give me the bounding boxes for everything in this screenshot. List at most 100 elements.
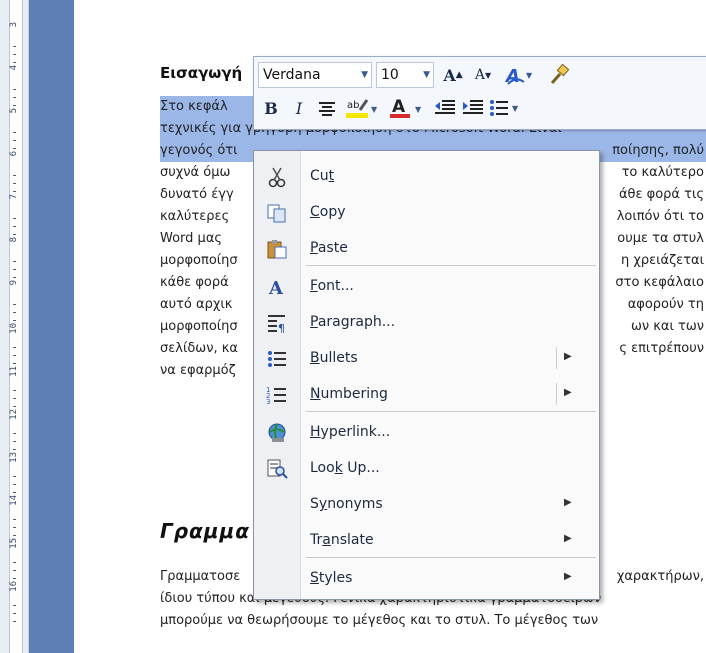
menu-item-label: Cut	[310, 168, 335, 184]
ruler-number: 7	[9, 194, 19, 200]
ruler-number: 15	[9, 538, 19, 549]
bold-button[interactable]: B	[258, 95, 284, 121]
ruler-tick	[13, 277, 16, 278]
menu-item-translate[interactable]: Translate ▶	[254, 525, 599, 557]
menu-item-paragraph[interactable]: ¶ Paragraph...	[254, 307, 599, 339]
doc-line: μπορούμε να θεωρήσουμε το μέγεθος και το…	[160, 610, 706, 632]
ruler-tick	[13, 406, 16, 407]
context-menu: Cut Copy Paste A Font... ¶ Paragraph... Bullets…	[253, 150, 600, 600]
menu-item-hyperlink[interactable]: Hyperlink...	[254, 417, 599, 449]
doc-line-text: αφορούν τη	[627, 297, 704, 312]
ruler-tick	[13, 218, 16, 219]
submenu-arrow-icon[interactable]: ▶	[564, 351, 572, 362]
center-icon[interactable]	[314, 95, 340, 121]
ruler-tick	[13, 97, 16, 98]
menu-item-label: Bullets	[310, 350, 358, 366]
ruler-number: 9	[9, 280, 19, 286]
styles-icon[interactable]: A ▼	[502, 62, 538, 88]
ruler-number: 6	[9, 151, 19, 157]
copy-icon	[260, 200, 294, 226]
increase-indent-icon[interactable]	[460, 95, 486, 121]
lookup-icon	[260, 456, 294, 482]
ruler-tick	[13, 527, 16, 528]
decrease-indent-icon[interactable]	[432, 95, 458, 121]
font-icon: A	[260, 274, 294, 300]
menu-separator	[306, 265, 596, 266]
ruler-tick	[13, 390, 16, 391]
menu-item-bullets[interactable]: Bullets ▶	[254, 343, 599, 375]
doc-line-text: χαρακτήρων,	[616, 569, 704, 584]
font-color-icon[interactable]: A ▼	[388, 95, 424, 121]
submenu-arrow-icon[interactable]: ▶	[564, 387, 572, 398]
ruler-tick	[13, 363, 16, 364]
menu-item-paste[interactable]: Paste	[254, 233, 599, 265]
submenu-arrow-icon[interactable]: ▶	[564, 571, 572, 582]
submenu-arrow-icon[interactable]: ▶	[564, 497, 572, 508]
ruler-number: 16	[9, 581, 19, 592]
ruler-number: 5	[9, 108, 19, 114]
chevron-down-icon[interactable]: ▼	[361, 63, 368, 87]
format-painter-icon[interactable]	[546, 62, 572, 88]
menu-item-numbering[interactable]: 1 2 3 Numbering ▶	[254, 379, 599, 411]
hyperlink-icon	[260, 420, 294, 446]
svg-text:A: A	[268, 278, 284, 298]
grow-font-icon[interactable]: A ▲	[440, 62, 466, 88]
ruler-tick	[13, 191, 16, 192]
ruler-tick	[13, 304, 16, 305]
ruler-tick	[13, 269, 16, 270]
ruler-tick	[13, 605, 16, 606]
submenu-arrow-icon[interactable]: ▶	[564, 533, 572, 544]
ruler-tick	[13, 62, 16, 63]
ruler-number: 14	[9, 495, 19, 506]
bullets-icon[interactable]: ▼	[488, 95, 522, 121]
ruler-tick	[13, 105, 16, 106]
menu-separator	[306, 557, 596, 558]
menu-item-styles[interactable]: Styles ▶	[254, 563, 599, 595]
chevron-down-icon[interactable]: ▼	[423, 63, 430, 87]
doc-line-text: το καλύτερο	[621, 165, 704, 180]
ruler-tick	[13, 175, 16, 176]
menu-item-label: Synonyms	[310, 496, 383, 512]
ruler-number: 3	[9, 22, 19, 28]
doc-line-text: η χρειάζεται	[620, 253, 704, 268]
ruler-tick	[13, 449, 16, 450]
menu-item-label: Paragraph...	[310, 314, 396, 330]
ruler-tick	[13, 562, 16, 563]
ruler-tick	[13, 320, 16, 321]
ruler-tick	[13, 492, 16, 493]
ruler-tick	[13, 613, 16, 614]
ruler-number: 13	[9, 452, 19, 463]
font-name-combo[interactable]: Verdana ▼	[258, 62, 372, 88]
menu-item-label: Hyperlink...	[310, 424, 391, 440]
menu-item-font[interactable]: A Font...	[254, 271, 599, 303]
doc-line-text: στο κεφάλαιο	[615, 275, 704, 290]
page-gutter	[29, 0, 74, 653]
svg-text:A: A	[504, 66, 520, 86]
doc-line-text: αυτό αρχικ	[160, 297, 233, 312]
ruler-tick	[13, 433, 16, 434]
menu-item-synonyms[interactable]: Synonyms ▶	[254, 489, 599, 521]
menu-item-copy[interactable]: Copy	[254, 197, 599, 229]
ruler-tick	[13, 570, 16, 571]
highlight-icon[interactable]: ab ▼	[344, 95, 380, 121]
doc-line-text: Γραμματοσε	[160, 569, 241, 584]
menu-item-look-up[interactable]: Look Up...	[254, 453, 599, 485]
ruler-number: 4	[9, 65, 19, 71]
ruler-tick	[13, 132, 16, 133]
doc-line-text: καλύτερες	[160, 209, 230, 224]
italic-button[interactable]: I	[286, 95, 312, 121]
menu-item-cut[interactable]: Cut	[254, 161, 599, 193]
ruler-tick	[13, 89, 16, 90]
ruler-tick	[13, 347, 16, 348]
ruler-tick	[13, 183, 16, 184]
doc-line-text: ς επιτρέπουν	[619, 341, 704, 356]
font-size-combo[interactable]: 10 ▼	[376, 62, 434, 88]
mini-toolbar: Verdana ▼ 10 ▼ A▲ A▼ A▼ B I ab▼ A▼	[253, 56, 706, 130]
ruler-tick	[13, 476, 16, 477]
ruler-tick	[13, 578, 16, 579]
doc-line-text: συχνά όμω	[160, 165, 231, 180]
shrink-font-icon[interactable]: A ▼	[470, 62, 496, 88]
vertical-ruler[interactable]: 3 4 5 6 7 8 9 10 11 12 13 14 15 16	[0, 0, 29, 653]
font-name-value: Verdana	[263, 67, 321, 83]
ruler-tick	[13, 148, 16, 149]
